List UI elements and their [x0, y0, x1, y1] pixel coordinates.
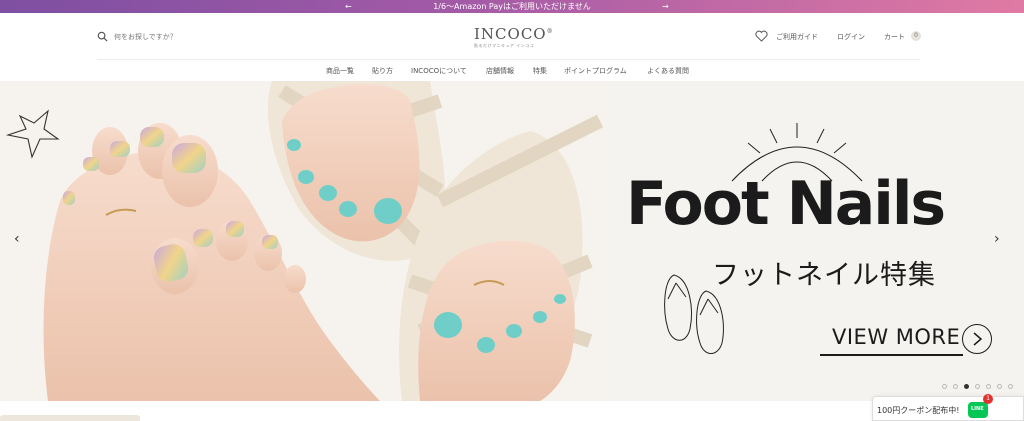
- slider-dot[interactable]: [953, 384, 958, 389]
- notification-badge: 1: [983, 394, 993, 404]
- main-nav: 商品一覧 貼り方 INCOCOについて 店舗情報 特集 ポイントプログラム よく…: [0, 60, 1024, 80]
- hero-feet-photo: [0, 81, 610, 401]
- flip-flops-doodle-icon: [664, 274, 724, 354]
- logo-tagline: 貼るだけマニキュア インココ: [474, 43, 535, 48]
- slider-dot[interactable]: [942, 384, 947, 389]
- nav-item-products[interactable]: 商品一覧: [326, 66, 354, 76]
- announcement-bar: ← 1/6〜Amazon Payはご利用いただけません →: [0, 0, 1024, 13]
- favorites-heart-icon[interactable]: [755, 30, 768, 42]
- cart-link[interactable]: カート: [884, 32, 905, 42]
- site-header: 何をお探しですか？ INCOCO® 貼るだけマニキュア インココ ご利用ガイド …: [0, 13, 1024, 60]
- view-more-label: VIEW MORE: [832, 325, 961, 349]
- line-icon: LINE: [968, 402, 988, 418]
- slider-dot[interactable]: [986, 384, 991, 389]
- nav-item-about[interactable]: INCOCOについて: [411, 66, 467, 76]
- cart-count-badge: 0: [911, 31, 921, 41]
- nav-item-points[interactable]: ポイントプログラム: [564, 66, 627, 76]
- slider-next-arrow[interactable]: ›: [994, 231, 1000, 247]
- coupon-text: 100円クーポン配布中!: [877, 406, 960, 415]
- slider-prev-arrow[interactable]: ‹: [14, 231, 20, 247]
- announcement-next-arrow[interactable]: →: [662, 0, 669, 13]
- slider-pagination: [942, 384, 1013, 389]
- bottom-section-tab: [0, 415, 140, 421]
- login-link[interactable]: ログイン: [837, 32, 865, 42]
- nav-item-how-to-apply[interactable]: 貼り方: [372, 66, 393, 76]
- coupon-widget[interactable]: 100円クーポン配布中! LINE 1: [872, 394, 1024, 421]
- slider-dot[interactable]: [1008, 384, 1013, 389]
- nav-item-stores[interactable]: 店舗情報: [486, 66, 514, 76]
- nav-item-faq[interactable]: よくある質問: [647, 66, 689, 76]
- search-input[interactable]: 何をお探しですか？: [97, 31, 177, 42]
- slider-dot[interactable]: [964, 384, 969, 389]
- announcement-text[interactable]: 1/6〜Amazon Payはご利用いただけません: [0, 0, 1024, 13]
- site-logo[interactable]: INCOCO® 貼るだけマニキュア インココ: [474, 24, 554, 49]
- hero-headline: Foot Nails: [626, 169, 946, 239]
- hero-slider[interactable]: Foot Nails フットネイル特集 VIEW MORE ‹ ›: [0, 81, 1024, 401]
- slider-dot[interactable]: [997, 384, 1002, 389]
- hero-subline: フットネイル特集: [712, 260, 936, 291]
- line-icon-label: LINE: [971, 406, 984, 412]
- search-icon: [97, 31, 108, 42]
- arrow-right-icon: [962, 324, 992, 354]
- view-more-button[interactable]: VIEW MORE: [820, 321, 992, 357]
- slider-dot[interactable]: [975, 384, 980, 389]
- logo-wordmark: INCOCO: [474, 25, 547, 43]
- guide-link[interactable]: ご利用ガイド: [776, 32, 818, 42]
- search-placeholder: 何をお探しですか？: [114, 32, 177, 41]
- nav-item-features[interactable]: 特集: [533, 66, 547, 76]
- view-more-underline: [820, 354, 963, 356]
